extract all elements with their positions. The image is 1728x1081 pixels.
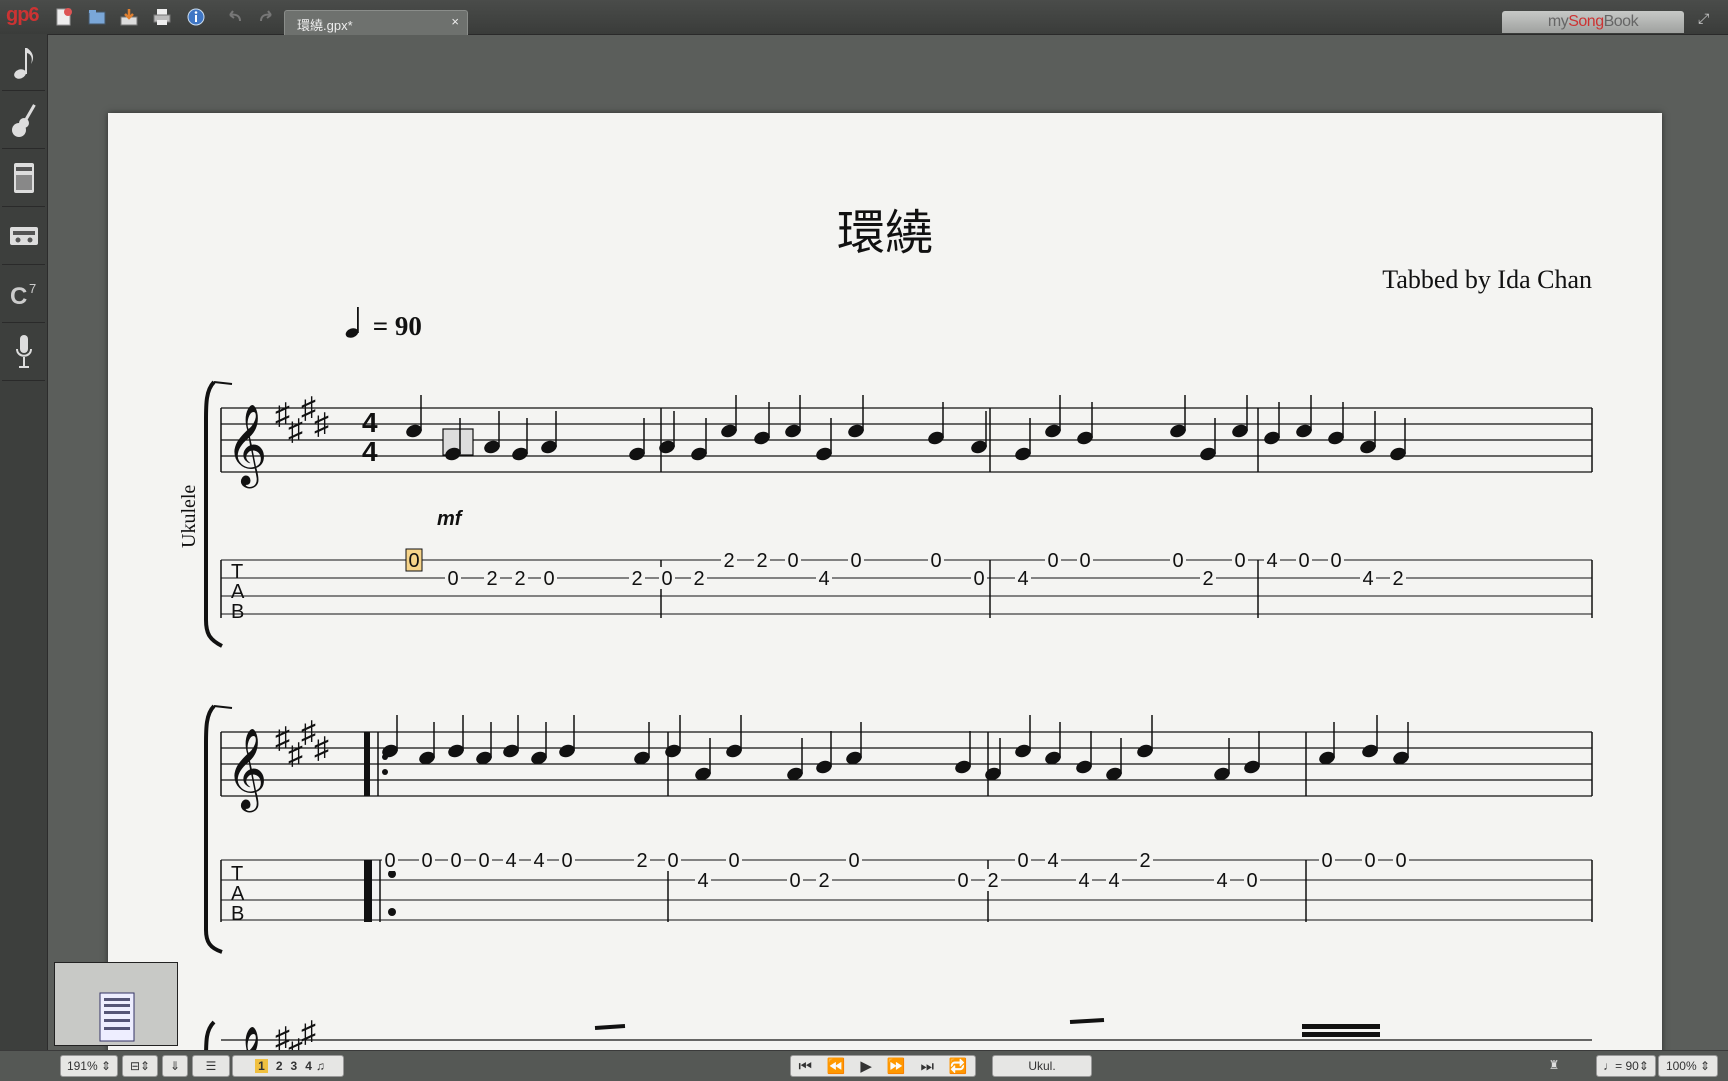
song-title: 環繞: [836, 205, 933, 261]
redo-icon[interactable]: [254, 5, 278, 29]
track-name: Ukul.: [1028, 1059, 1056, 1073]
mysongbook-tab[interactable]: mySongBook: [1502, 11, 1684, 33]
effects-icon[interactable]: [2, 208, 45, 265]
page-1[interactable]: 1: [255, 1059, 268, 1073]
expand-icon[interactable]: ⤢: [1698, 10, 1709, 27]
track-selector[interactable]: Ukul.: [992, 1055, 1092, 1077]
mysongbook-suffix: Book: [1603, 13, 1639, 30]
tempo-control[interactable]: ♩ = 90 ⇕: [1596, 1055, 1656, 1077]
layout-select[interactable]: ⊟⇕: [122, 1055, 158, 1077]
author-credit: Tabbed by Ida Chan: [1382, 265, 1592, 294]
undo-icon[interactable]: [223, 5, 247, 29]
chord-icon[interactable]: C7: [2, 266, 45, 323]
quarter-note-icon: [345, 307, 359, 338]
document-tab[interactable]: 環繞.gpx* ×: [284, 10, 468, 35]
info-icon[interactable]: [184, 5, 208, 29]
save-file-icon[interactable]: [117, 5, 141, 29]
view-toggle-icon[interactable]: ⇓: [162, 1055, 188, 1077]
left-sidebar: C7: [0, 34, 48, 1080]
page-4[interactable]: 4: [305, 1059, 312, 1073]
guitar-icon[interactable]: [2, 92, 45, 149]
tempo-marking: = 90: [344, 305, 422, 342]
status-bar: 191% ⇕ ⊟⇕ ⇓ ☰ 1 2 3 4 ♫ ⏮ ⏪ ▶ ⏩ ⏭ 🔁 Ukul…: [0, 1050, 1728, 1081]
main-toolbar: gp6 環繞.gpx* × mySongBook ⤢: [0, 0, 1728, 35]
instrument-name: Ukulele: [178, 484, 200, 548]
svg-text:C: C: [10, 283, 27, 310]
go-to-end-icon[interactable]: ⏭: [920, 1058, 934, 1075]
new-file-icon[interactable]: [52, 5, 76, 29]
fast-forward-icon[interactable]: ⏩: [887, 1057, 906, 1075]
loop-icon[interactable]: 🔁: [949, 1057, 968, 1075]
close-tab-icon[interactable]: ×: [451, 14, 459, 29]
tab-title: 環繞.gpx*: [297, 18, 353, 33]
zoom-select[interactable]: 191% ⇕: [60, 1055, 118, 1077]
rewind-icon[interactable]: ⏪: [827, 1057, 846, 1075]
tempo-value: = 90: [372, 311, 422, 341]
print-icon[interactable]: [150, 5, 174, 29]
app-logo: gp6: [6, 4, 40, 26]
note-value-icon[interactable]: ♫: [316, 1059, 325, 1073]
open-file-icon[interactable]: [85, 5, 109, 29]
score-page: 環繞 Tabbed by Ida Chan = 90 Ukulele: [108, 113, 1662, 1080]
play-icon[interactable]: ▶: [860, 1057, 872, 1075]
page-2[interactable]: 2: [276, 1059, 283, 1073]
page-3[interactable]: 3: [291, 1059, 298, 1073]
amp-icon[interactable]: [2, 150, 45, 207]
microphone-icon[interactable]: [2, 324, 45, 381]
transport-controls: ⏮ ⏪ ▶ ⏩ ⏭ 🔁: [790, 1055, 976, 1077]
multitrack-icon[interactable]: ☰: [192, 1055, 230, 1077]
zoom-value: 191%: [66, 1059, 98, 1073]
volume-value: 100%: [1665, 1059, 1697, 1073]
note-icon[interactable]: [2, 34, 45, 91]
volume-control[interactable]: 100% ⇕: [1658, 1055, 1718, 1077]
page-minimap[interactable]: [54, 962, 178, 1046]
metronome-icon[interactable]: ♜: [1540, 1055, 1568, 1075]
status-tempo: = 90: [1615, 1059, 1639, 1073]
mysongbook-song: Song: [1568, 13, 1604, 30]
svg-text:7: 7: [29, 281, 36, 296]
go-to-start-icon[interactable]: ⏮: [798, 1058, 812, 1075]
mysongbook-prefix: my: [1547, 13, 1569, 30]
page-selector[interactable]: 1 2 3 4 ♫: [232, 1055, 344, 1077]
